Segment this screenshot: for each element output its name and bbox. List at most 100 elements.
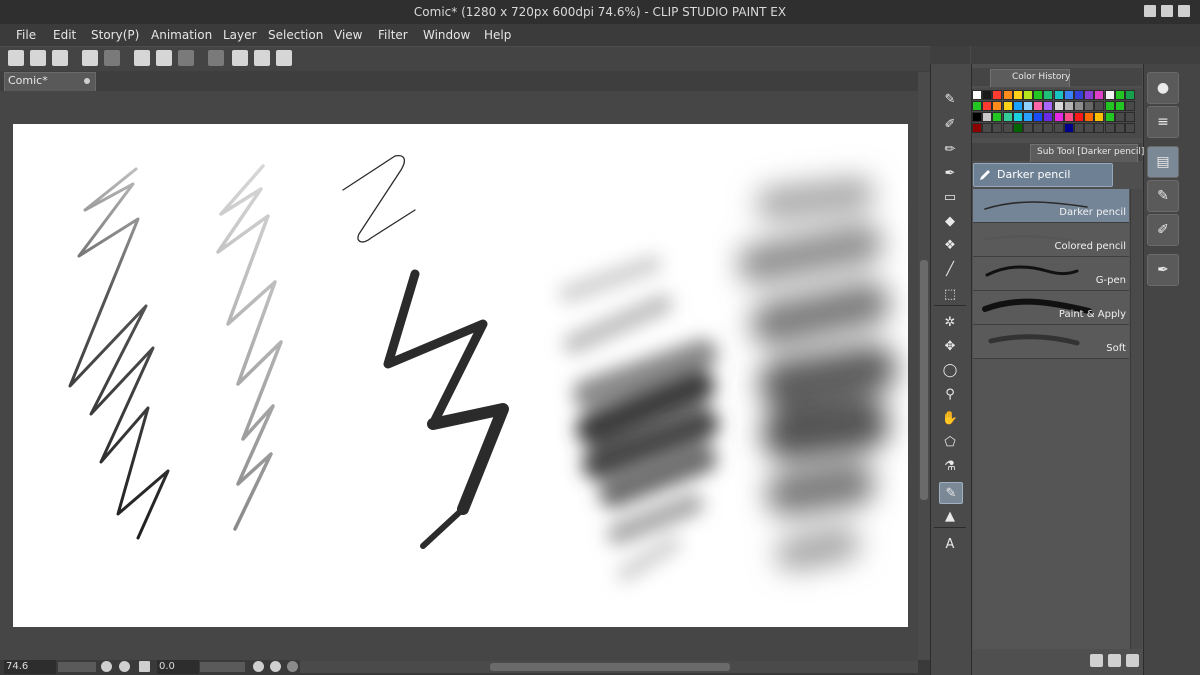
open-file-icon[interactable] (30, 50, 46, 66)
rotation-slider[interactable] (200, 662, 245, 672)
color-swatch[interactable] (992, 90, 1003, 100)
color-swatch[interactable] (992, 101, 1003, 111)
new-file-icon[interactable] (8, 50, 24, 66)
cloud-upload-icon[interactable] (254, 50, 270, 66)
layer-icon[interactable]: ≡ (1147, 106, 1179, 138)
delete-sub-tool-icon[interactable] (1126, 654, 1139, 667)
cloud-download-icon[interactable] (276, 50, 292, 66)
color-swatch[interactable] (982, 123, 993, 133)
selection-tool-icon[interactable]: ⬚ (939, 284, 961, 304)
color-swatch[interactable] (1033, 123, 1044, 133)
airbrush-tool-icon[interactable]: ✒ (939, 163, 961, 183)
pen-tool-icon[interactable]: ✎ (939, 89, 961, 109)
color-swatch[interactable] (992, 123, 1003, 133)
eyedropper-tool-icon[interactable]: ⚗ (939, 456, 961, 476)
deselect-icon[interactable] (156, 50, 172, 66)
brush-size-icon[interactable]: ✐ (1147, 214, 1179, 246)
color-swatch[interactable] (1084, 90, 1095, 100)
color-swatch[interactable] (982, 101, 993, 111)
color-swatch[interactable] (1053, 123, 1064, 133)
zoom-tool-icon[interactable]: ⚲ (939, 384, 961, 404)
decoration-tool-icon[interactable]: ❖ (939, 235, 961, 255)
text-tool-icon[interactable]: A (939, 534, 961, 554)
copy-sub-tool-icon[interactable] (1108, 654, 1121, 667)
vertical-scroll-thumb[interactable] (920, 260, 928, 500)
rotate-right-icon[interactable] (270, 661, 281, 672)
brush-item[interactable]: Colored pencil (973, 223, 1129, 257)
color-swatch[interactable] (1074, 101, 1084, 111)
redo-icon[interactable] (104, 50, 120, 66)
color-swatch[interactable] (972, 112, 982, 122)
object-tool-icon[interactable]: ⬠ (939, 432, 961, 452)
color-swatch[interactable] (1084, 101, 1095, 111)
color-swatch[interactable] (982, 112, 993, 122)
brush-item[interactable]: G-pen (973, 257, 1129, 291)
color-swatch[interactable] (1063, 90, 1074, 100)
maximize-icon[interactable] (1161, 5, 1173, 17)
color-wheel-icon[interactable]: ● (1147, 72, 1179, 104)
timeline-icon[interactable]: ▤ (1147, 146, 1179, 178)
color-swatch[interactable] (1084, 112, 1095, 122)
horizontal-scroll-thumb[interactable] (490, 663, 730, 671)
color-swatch[interactable] (1104, 112, 1115, 122)
share-icon[interactable] (208, 50, 224, 66)
blend-tool-icon[interactable]: ╱ (939, 259, 961, 279)
color-swatch[interactable] (1002, 90, 1013, 100)
close-icon[interactable] (1178, 5, 1190, 17)
color-swatch[interactable] (1114, 112, 1125, 122)
menu-view[interactable]: View (331, 24, 365, 46)
color-swatch[interactable] (972, 101, 982, 111)
color-swatch[interactable] (1033, 90, 1044, 100)
save-icon[interactable] (52, 50, 68, 66)
color-swatch[interactable] (1074, 112, 1084, 122)
fill-tool-icon[interactable]: ◆ (939, 211, 961, 231)
menu-selection[interactable]: Selection (265, 24, 326, 46)
brush-item[interactable]: Darker pencil (973, 189, 1129, 223)
menu-filter[interactable]: Filter (375, 24, 411, 46)
color-swatch[interactable] (1033, 112, 1044, 122)
color-swatch[interactable] (1033, 101, 1044, 111)
color-swatch[interactable] (1125, 123, 1135, 133)
menu-help[interactable]: Help (481, 24, 514, 46)
color-swatch[interactable] (1012, 101, 1023, 111)
brush-item[interactable]: Paint & Apply (973, 291, 1129, 325)
color-swatch[interactable] (972, 90, 982, 100)
color-swatch[interactable] (1043, 101, 1054, 111)
reset-rotation-icon[interactable] (287, 661, 298, 672)
rotate-left-icon[interactable] (253, 661, 264, 672)
color-swatch[interactable] (1023, 123, 1033, 133)
color-swatch[interactable] (1094, 101, 1105, 111)
color-swatch[interactable] (1043, 112, 1054, 122)
color-swatch[interactable] (1002, 101, 1013, 111)
color-swatch[interactable] (1012, 123, 1023, 133)
color-swatch[interactable] (1053, 90, 1064, 100)
export-icon[interactable] (232, 50, 248, 66)
color-swatch[interactable] (1063, 112, 1074, 122)
color-swatch[interactable] (1114, 123, 1125, 133)
color-swatch[interactable] (972, 123, 982, 133)
zoom-field[interactable]: 74.6 (4, 660, 56, 674)
zoom-in-icon[interactable] (119, 661, 130, 672)
move-tool-icon[interactable]: ✥ (939, 336, 961, 356)
minimize-icon[interactable] (1144, 5, 1156, 17)
color-swatch[interactable] (1023, 112, 1033, 122)
color-swatch[interactable] (992, 112, 1003, 122)
color-swatch[interactable] (1114, 101, 1125, 111)
color-swatch[interactable] (1043, 123, 1054, 133)
color-swatch[interactable] (1125, 112, 1135, 122)
hand-tool-icon[interactable]: ✋ (939, 408, 961, 428)
stamp-tool-icon[interactable]: ▲ (939, 506, 961, 526)
color-swatch[interactable] (1074, 90, 1084, 100)
menu-layer[interactable]: Layer (220, 24, 259, 46)
navigator-icon[interactable]: ✒ (1147, 254, 1179, 286)
brush-list-scrollbar[interactable] (1130, 189, 1142, 649)
color-swatch[interactable] (1094, 112, 1105, 122)
lasso-tool-icon[interactable]: ◯ (939, 360, 961, 380)
color-swatch[interactable] (1084, 123, 1095, 133)
color-swatch[interactable] (1104, 90, 1115, 100)
brush-tool-icon[interactable]: ✏ (939, 139, 961, 159)
menu-story[interactable]: Story(P) (88, 24, 142, 46)
clear-icon[interactable] (178, 50, 194, 66)
color-swatch[interactable] (1104, 123, 1115, 133)
color-swatch[interactable] (1074, 123, 1084, 133)
